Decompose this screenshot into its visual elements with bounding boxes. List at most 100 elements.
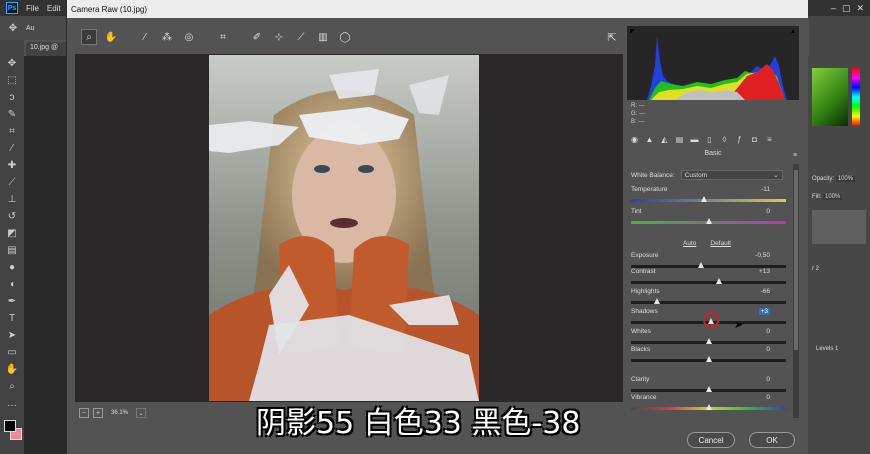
layer-label-2[interactable]: r 2 xyxy=(808,266,870,272)
clarity-knob[interactable] xyxy=(705,386,712,392)
close-icon[interactable]: ✕ xyxy=(856,3,864,14)
tint-value[interactable]: 0 xyxy=(730,208,770,215)
clarity-value[interactable]: 0 xyxy=(730,376,770,383)
type-icon[interactable]: T xyxy=(5,311,19,325)
camera-calibration-tab-icon[interactable]: ◘ xyxy=(749,134,760,145)
exposure-value[interactable]: -0,50 xyxy=(730,252,770,259)
move-tool-icon[interactable]: ✥ xyxy=(6,21,20,35)
temperature-value[interactable]: -11 xyxy=(730,186,770,193)
zoom-out-button[interactable]: − xyxy=(79,408,89,418)
auto-link[interactable]: Auto xyxy=(683,240,696,247)
pen-icon[interactable]: ✒ xyxy=(5,294,19,308)
highlights-knob[interactable] xyxy=(654,298,661,304)
red-eye-icon[interactable]: ⊹ xyxy=(271,29,287,45)
white-balance-tool-icon[interactable]: ⁄ xyxy=(137,29,153,45)
tone-curve-tab-icon[interactable]: ▲ xyxy=(644,134,655,145)
blur-icon[interactable]: ● xyxy=(5,260,19,274)
window-controls: – ▢ ✕ xyxy=(808,0,870,16)
blacks-knob[interactable] xyxy=(705,356,712,362)
contrast-track[interactable] xyxy=(631,281,786,284)
opacity-row: Opacity: 100% xyxy=(812,176,856,182)
presets-tab-icon[interactable]: ≡ xyxy=(764,134,775,145)
minimize-icon[interactable]: – xyxy=(831,3,836,13)
layer-levels[interactable]: Levels 1 xyxy=(808,346,870,352)
open-preferences-icon[interactable]: ⇱ xyxy=(605,30,619,44)
chevron-down-icon: ⌄ xyxy=(773,172,779,179)
path-select-icon[interactable]: ➤ xyxy=(5,328,19,342)
vibrance-value[interactable]: 0 xyxy=(730,394,770,401)
photoshop-logo-icon: Ps xyxy=(6,2,18,14)
zoom-icon[interactable]: ⌕ xyxy=(5,379,19,393)
color-picker-field[interactable] xyxy=(812,68,848,126)
history-brush-icon[interactable]: ↺ xyxy=(5,209,19,223)
opacity-value[interactable]: 100% xyxy=(835,176,856,182)
zoom-tool-icon[interactable]: ⌕ xyxy=(81,29,97,45)
basic-tab-icon[interactable]: ◉ xyxy=(629,134,640,145)
color-sampler-icon[interactable]: ⁂ xyxy=(159,29,175,45)
white-balance-select[interactable]: Custom ⌄ xyxy=(680,170,783,180)
tint-knob[interactable] xyxy=(705,218,712,224)
contrast-knob[interactable] xyxy=(715,278,722,284)
foreground-color-swatch[interactable] xyxy=(4,420,16,432)
panel-scrollbar[interactable] xyxy=(793,164,799,418)
auto-select-label[interactable]: Au xyxy=(26,25,35,32)
hand-icon[interactable]: ✋ xyxy=(5,362,19,376)
scrollbar-thumb[interactable] xyxy=(794,170,798,350)
more-tools-icon[interactable]: … xyxy=(5,396,19,410)
hue-slider[interactable] xyxy=(852,68,860,126)
radial-filter-icon[interactable]: ◯ xyxy=(337,29,353,45)
graduated-filter-icon[interactable]: ▥ xyxy=(315,29,331,45)
menu-edit[interactable]: Edit xyxy=(47,4,61,13)
spot-removal-icon[interactable]: ✐ xyxy=(249,29,265,45)
shadows-value[interactable]: +3 xyxy=(758,308,770,315)
highlight-clipping-icon[interactable]: ▲ xyxy=(790,29,796,35)
zoom-in-button[interactable]: + xyxy=(93,408,103,418)
gradient-icon[interactable]: ▤ xyxy=(5,243,19,257)
zoom-dropdown-chevron-icon[interactable]: ⌄ xyxy=(136,408,147,418)
lasso-icon[interactable]: ↄ xyxy=(5,90,19,104)
hand-tool-icon[interactable]: ✋ xyxy=(103,29,119,45)
tint-slider[interactable]: Tint 0 xyxy=(631,208,786,230)
transform-tab-icon[interactable]: ◊ xyxy=(719,134,730,145)
brush-icon[interactable]: ⟋ xyxy=(5,175,19,189)
quick-select-icon[interactable]: ✎ xyxy=(5,107,19,121)
dodge-icon[interactable]: ◖ xyxy=(5,277,19,291)
blacks-value[interactable]: 0 xyxy=(730,346,770,353)
move-icon[interactable]: ✥ xyxy=(5,56,19,70)
temperature-slider[interactable]: Temperature -11 xyxy=(631,186,786,208)
menu-file[interactable]: File xyxy=(26,4,39,13)
targeted-adjustment-icon[interactable]: ◎ xyxy=(181,29,197,45)
eraser-icon[interactable]: ◩ xyxy=(5,226,19,240)
highlights-slider[interactable]: Highlights -66 xyxy=(631,288,786,310)
cancel-button[interactable]: Cancel xyxy=(687,432,735,448)
whites-knob[interactable] xyxy=(705,338,712,344)
crop-icon[interactable]: ⌗ xyxy=(5,124,19,138)
temperature-knob[interactable] xyxy=(700,196,707,202)
crop-tool-icon[interactable]: ⌗ xyxy=(215,29,231,45)
eyedropper-icon[interactable]: ⁄ xyxy=(5,141,19,155)
panel-tabs: ◉ ▲ ◭ ▤ ▬ ▯ ◊ ƒ ◘ ≡ xyxy=(627,132,799,146)
lens-tab-icon[interactable]: ▯ xyxy=(704,134,715,145)
marquee-icon[interactable]: ⬚ xyxy=(5,73,19,87)
ok-button[interactable]: OK xyxy=(749,432,795,448)
temperature-track[interactable] xyxy=(631,199,786,202)
fill-value[interactable]: 100% xyxy=(823,194,843,200)
contrast-value[interactable]: +13 xyxy=(730,268,770,275)
stamp-icon[interactable]: ⊥ xyxy=(5,192,19,206)
highlights-value[interactable]: -66 xyxy=(730,288,770,295)
detail-tab-icon[interactable]: ◭ xyxy=(659,134,670,145)
split-toning-tab-icon[interactable]: ▬ xyxy=(689,134,700,145)
hsl-tab-icon[interactable]: ▤ xyxy=(674,134,685,145)
contrast-slider[interactable]: Contrast +13 xyxy=(631,268,786,290)
vibrance-knob[interactable] xyxy=(705,404,712,410)
adjustment-brush-icon[interactable]: ⟋ xyxy=(293,29,309,45)
shape-icon[interactable]: ▭ xyxy=(5,345,19,359)
maximize-icon[interactable]: ▢ xyxy=(842,3,851,14)
ps-document-tab[interactable]: 10.jpg @ xyxy=(26,42,66,56)
shadow-clipping-icon[interactable] xyxy=(630,29,635,34)
effects-tab-icon[interactable]: ƒ xyxy=(734,134,745,145)
default-link[interactable]: Default xyxy=(710,240,731,247)
healing-brush-icon[interactable]: ✚ xyxy=(5,158,19,172)
layer-thumbnail[interactable] xyxy=(812,210,866,244)
blacks-slider[interactable]: Blacks 0 xyxy=(631,346,786,368)
